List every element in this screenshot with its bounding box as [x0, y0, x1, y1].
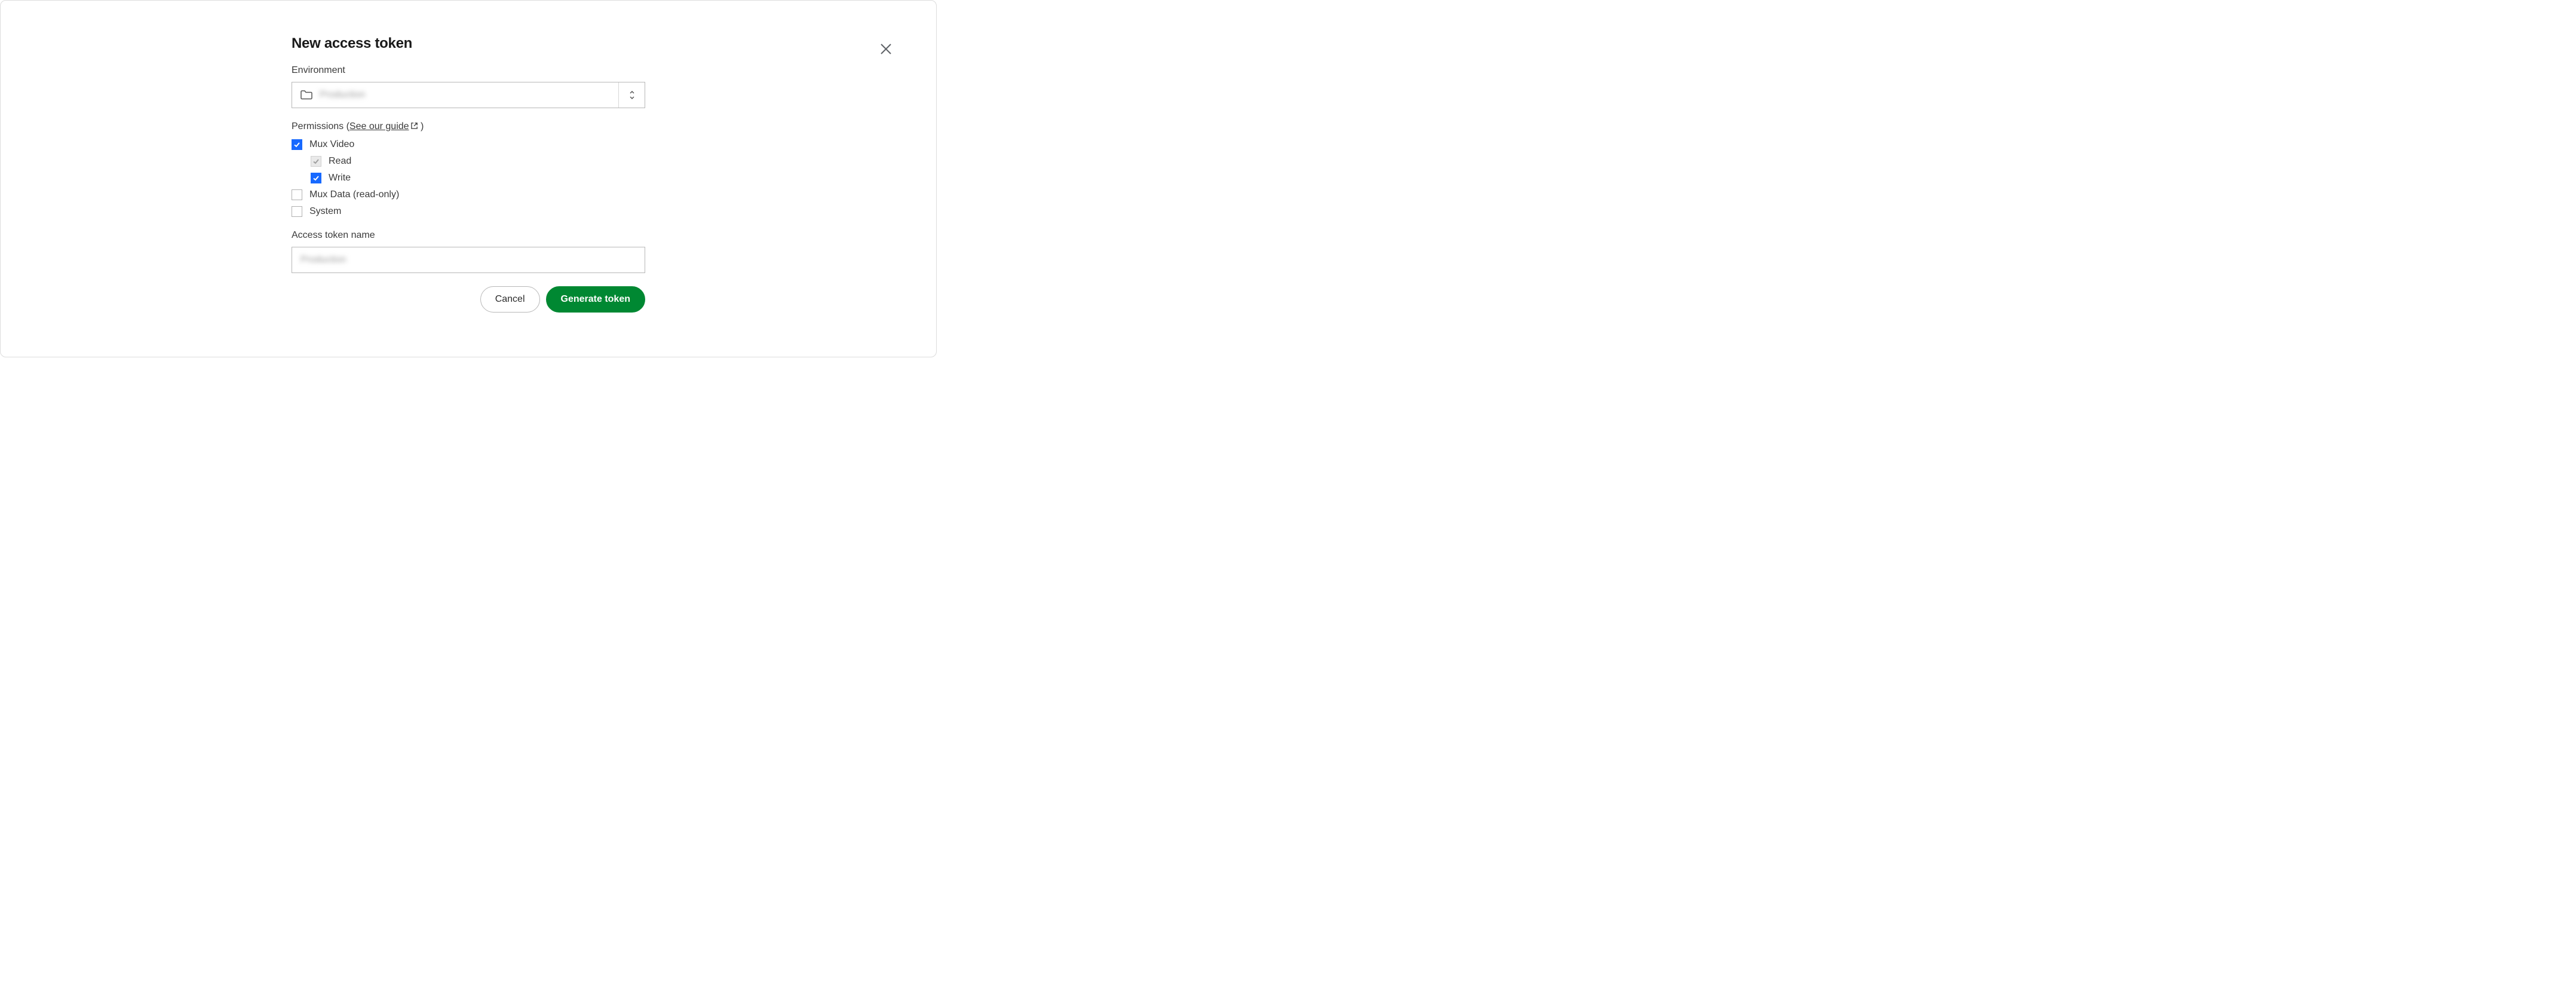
select-arrows-icon: [618, 82, 645, 108]
checkbox-icon: [292, 206, 302, 217]
checkbox-icon: [292, 139, 302, 150]
permissions-field: Permissions (See our guide ) Mux Video R…: [292, 121, 645, 217]
permission-mux-data[interactable]: Mux Data (read-only): [292, 189, 645, 200]
permissions-label: Permissions (See our guide ): [292, 121, 645, 132]
environment-select[interactable]: Production: [292, 82, 645, 108]
token-name-field: Access token name Production: [292, 230, 645, 273]
permission-label: System: [309, 206, 341, 217]
permission-label: Read: [329, 156, 351, 167]
close-button[interactable]: [878, 41, 894, 58]
folder-icon: [300, 90, 312, 100]
cancel-button[interactable]: Cancel: [480, 286, 540, 313]
permission-system[interactable]: System: [292, 206, 645, 217]
permission-mux-video[interactable]: Mux Video: [292, 139, 645, 150]
permission-label: Mux Video: [309, 139, 354, 150]
token-name-label: Access token name: [292, 230, 645, 241]
permission-label: Write: [329, 173, 351, 183]
permission-mux-video-write[interactable]: Write: [311, 173, 645, 183]
permission-mux-video-read[interactable]: Read: [311, 156, 645, 167]
new-access-token-dialog: New access token Environment Production: [1, 1, 936, 357]
dialog-actions: Cancel Generate token: [292, 286, 645, 313]
checkbox-icon: [311, 156, 321, 167]
environment-field: Environment Production: [292, 65, 645, 108]
token-name-input[interactable]: Production: [292, 247, 645, 273]
token-name-value: Production: [300, 255, 346, 265]
external-link-icon: [410, 122, 418, 130]
environment-label: Environment: [292, 65, 645, 76]
generate-token-button[interactable]: Generate token: [546, 286, 645, 313]
checkbox-icon: [311, 173, 321, 183]
checkbox-icon: [292, 189, 302, 200]
close-icon: [879, 42, 893, 57]
environment-value: Production: [320, 90, 618, 100]
permission-label: Mux Data (read-only): [309, 189, 399, 200]
see-guide-link[interactable]: See our guide: [349, 121, 418, 131]
permissions-list: Mux Video Read Write: [292, 139, 645, 217]
dialog-title: New access token: [292, 35, 645, 52]
